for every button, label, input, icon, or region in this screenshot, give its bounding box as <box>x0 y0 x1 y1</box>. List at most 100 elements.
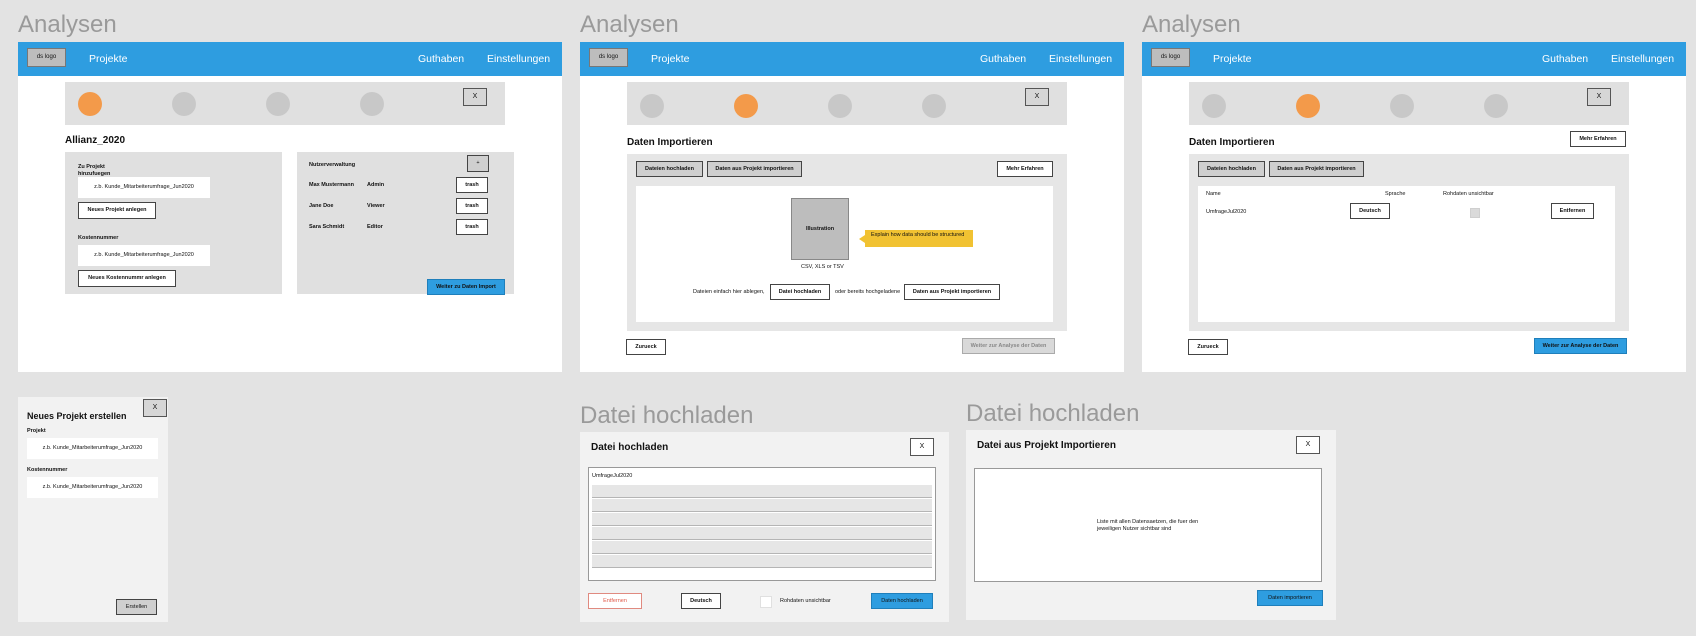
mehr-erfahren-button[interactable]: Mehr Erfahren <box>997 161 1053 177</box>
tab-import[interactable]: Daten aus Projekt importieren <box>1269 161 1364 177</box>
mehr-erfahren-button[interactable]: Mehr Erfahren <box>1570 131 1626 147</box>
back-button[interactable]: Zurueck <box>626 339 666 355</box>
import-panel: Dateien hochladen Daten aus Projekt impo… <box>627 154 1067 331</box>
remove-dataset-button[interactable]: Entfernen <box>1551 203 1594 219</box>
file-row <box>592 485 932 498</box>
back-button[interactable]: Zurueck <box>1188 339 1228 355</box>
trash-button[interactable]: trash <box>456 198 488 214</box>
progress-stepper: X <box>627 82 1067 125</box>
file-row <box>592 499 932 512</box>
projekt-label: Projekt <box>27 428 46 434</box>
kostennummer-input[interactable]: z.b. Kunde_Mitarbeiterumfrage_Jun2020 <box>27 477 158 498</box>
screen-project-setup: ds logo Projekte Guthaben Einstellungen … <box>18 42 562 372</box>
nutzerverwaltung-label: Nutzerverwaltung <box>309 162 356 168</box>
projekt-input[interactable]: z.b. Kunde_Mitarbeiterumfrage_Jun2020 <box>27 438 158 459</box>
col-header-name: Name <box>1206 191 1221 197</box>
logo-button[interactable]: ds logo <box>1151 48 1190 67</box>
step-2[interactable] <box>1296 94 1320 118</box>
kostennummer-input[interactable]: z.b. Kunde_Mitarbeiterumfrage_Jun2020 <box>78 245 210 266</box>
submit-upload-button[interactable]: Daten hochladen <box>871 593 933 609</box>
upload-file-button[interactable]: Datei hochladen <box>770 284 830 300</box>
rohdaten-checkbox[interactable] <box>1470 208 1480 218</box>
close-button[interactable]: X <box>910 438 934 456</box>
new-project-dialog: Neues Projekt erstellen X Projekt z.b. K… <box>18 397 168 622</box>
dropzone[interactable]: Illustration Explain how data should be … <box>636 186 1053 322</box>
page-title: Daten Importieren <box>627 137 713 148</box>
section-title-datei-hochladen-2: Datei hochladen <box>966 400 1140 427</box>
step-1[interactable] <box>640 94 664 118</box>
page-title: Allianz_2020 <box>65 135 126 146</box>
navbar: ds logo Projekte Guthaben Einstellungen <box>18 42 562 76</box>
nav-einstellungen[interactable]: Einstellungen <box>487 42 550 76</box>
language-select[interactable]: Deutsch <box>1350 203 1390 219</box>
step-3[interactable] <box>266 92 290 116</box>
import-panel: Dateien hochladen Daten aus Projekt impo… <box>1189 154 1629 331</box>
nav-projekte[interactable]: Projekte <box>1213 42 1252 76</box>
formats-label: CSV, XLS or TSV <box>801 264 844 270</box>
nav-projekte[interactable]: Projekte <box>89 42 128 76</box>
nav-guthaben[interactable]: Guthaben <box>418 42 464 76</box>
step-3[interactable] <box>828 94 852 118</box>
language-select[interactable]: Deutsch <box>681 593 721 609</box>
create-button[interactable]: Erstellen <box>116 599 157 615</box>
progress-stepper: X <box>65 82 505 125</box>
step-4[interactable] <box>1484 94 1508 118</box>
dataset-list[interactable]: Liste mit allen Datensaetzen, die fuer d… <box>974 468 1322 582</box>
nav-guthaben[interactable]: Guthaben <box>1542 42 1588 76</box>
navbar: ds logo Projekte Guthaben Einstellungen <box>1142 42 1686 76</box>
logo-button[interactable]: ds logo <box>589 48 628 67</box>
close-button[interactable]: X <box>1025 88 1049 106</box>
nav-guthaben[interactable]: Guthaben <box>980 42 1026 76</box>
step-4[interactable] <box>922 94 946 118</box>
user-name: Sara Schmidt <box>309 224 345 230</box>
close-button[interactable]: X <box>1587 88 1611 106</box>
page-title: Daten Importieren <box>1189 137 1275 148</box>
progress-stepper: X <box>1189 82 1629 125</box>
or-hint: oder bereits hochgeladene <box>835 289 901 295</box>
user-role: Editor <box>367 224 383 230</box>
tab-import[interactable]: Daten aus Projekt importieren <box>707 161 802 177</box>
logo-button[interactable]: ds logo <box>27 48 66 67</box>
trash-button[interactable]: trash <box>456 177 488 193</box>
close-button[interactable]: X <box>1296 436 1320 454</box>
close-button[interactable]: X <box>143 399 167 417</box>
file-list: UmfrageJul2020 <box>588 467 936 581</box>
step-2[interactable] <box>734 94 758 118</box>
remove-file-button[interactable]: Entfernen <box>588 593 642 609</box>
dataset-list-placeholder: Liste mit allen Datensaetzen, die fuer d… <box>1097 519 1199 532</box>
file-row <box>592 541 932 554</box>
file-name: UmfrageJul2020 <box>592 473 633 479</box>
project-input[interactable]: z.b. Kunde_Mitarbeiterumfrage_Jun2020 <box>78 177 210 198</box>
step-1[interactable] <box>78 92 102 116</box>
step-4[interactable] <box>360 92 384 116</box>
weiter-import-button[interactable]: Weiter zu Daten Import <box>427 279 505 295</box>
nav-projekte[interactable]: Projekte <box>651 42 690 76</box>
user-name: Jane Doe <box>309 203 334 209</box>
new-kostennummer-button[interactable]: Neues Kostennummr anlegen <box>78 270 176 287</box>
step-1[interactable] <box>1202 94 1226 118</box>
submit-import-button[interactable]: Daten importieren <box>1257 590 1323 606</box>
rohdaten-checkbox[interactable] <box>760 596 772 608</box>
add-user-button[interactable]: + <box>467 155 489 172</box>
new-project-button[interactable]: Neues Projekt anlegen <box>78 202 156 219</box>
user-role: Admin <box>367 182 385 188</box>
step-2[interactable] <box>172 92 196 116</box>
nav-einstellungen[interactable]: Einstellungen <box>1049 42 1112 76</box>
step-3[interactable] <box>1390 94 1414 118</box>
tab-upload[interactable]: Dateien hochladen <box>1198 161 1265 177</box>
screen-import-upload: ds logo Projekte Guthaben Einstellungen … <box>580 42 1124 372</box>
tab-upload[interactable]: Dateien hochladen <box>636 161 703 177</box>
nav-einstellungen[interactable]: Einstellungen <box>1611 42 1674 76</box>
drop-hint: Dateien einfach hier ablegen, <box>693 289 765 295</box>
section-title-datei-hochladen-1: Datei hochladen <box>580 402 754 429</box>
file-row <box>592 527 932 540</box>
import-project-dialog: Datei aus Projekt Importieren X Liste mi… <box>966 430 1336 620</box>
dataset-name: UmfrageJul2020 <box>1206 209 1247 215</box>
dataset-table: Name Sprache Rohdaten unsichtbar Umfrage… <box>1198 186 1615 322</box>
trash-button[interactable]: trash <box>456 219 488 235</box>
navbar: ds logo Projekte Guthaben Einstellungen <box>580 42 1124 76</box>
close-button[interactable]: X <box>463 88 487 106</box>
import-from-project-button[interactable]: Daten aus Projekt importieren <box>904 284 1000 300</box>
weiter-analyse-button[interactable]: Weiter zur Analyse der Daten <box>962 338 1055 354</box>
weiter-analyse-button[interactable]: Weiter zur Analyse der Daten <box>1534 338 1627 354</box>
